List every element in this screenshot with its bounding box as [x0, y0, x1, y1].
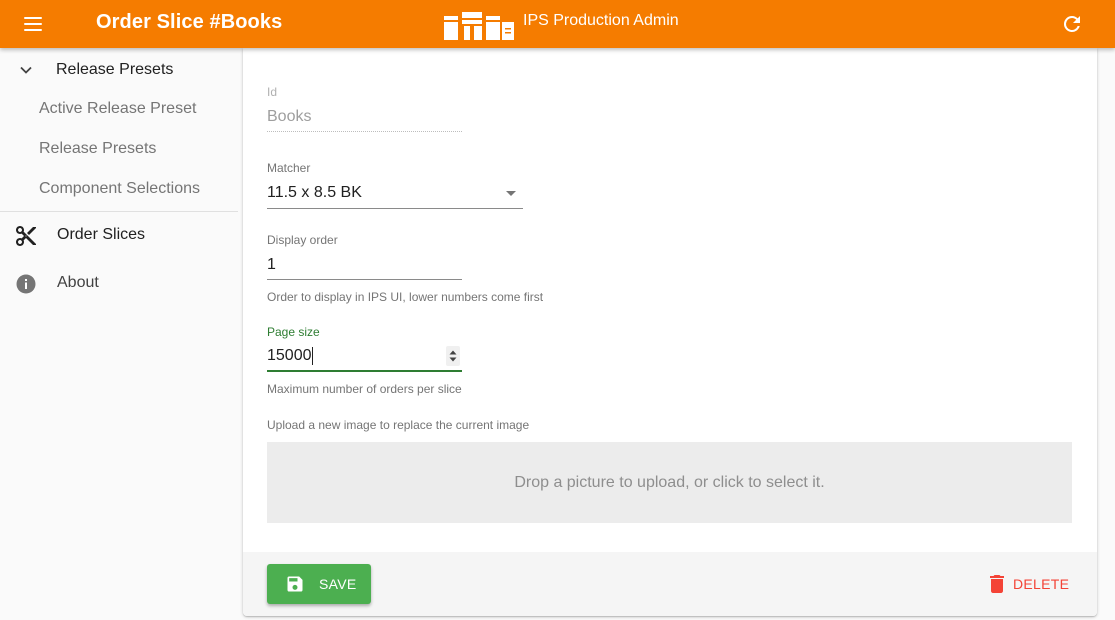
sidebar-item-label: Active Release Preset: [39, 100, 197, 117]
page-size-underline: [267, 370, 462, 372]
sidebar-group-release-presets[interactable]: Release Presets: [0, 48, 238, 92]
save-button-label: SAVE: [319, 576, 357, 592]
sidebar-item-label: Component Selections: [39, 180, 200, 197]
refresh-icon[interactable]: [1060, 12, 1084, 36]
image-upload-helper: Upload a new image to replace the curren…: [267, 418, 530, 432]
dropzone-text: Drop a picture to upload, or click to se…: [514, 474, 825, 491]
save-button[interactable]: SAVE: [267, 564, 371, 604]
page-size-input[interactable]: 15000: [267, 344, 462, 370]
sidebar-group-label: Release Presets: [56, 61, 174, 78]
delete-button[interactable]: DELETE: [987, 568, 1077, 600]
display-order-underline: [267, 279, 462, 280]
chevron-down-icon: [20, 66, 32, 74]
sidebar-item-about[interactable]: About: [0, 261, 238, 307]
info-icon: [16, 274, 36, 294]
sidebar-item-label: Order Slices: [57, 226, 146, 243]
brand: IPS Production Admin: [442, 8, 679, 42]
matcher-select[interactable]: 11.5 x 8.5 BK: [267, 180, 523, 208]
display-order-input[interactable]: 1: [267, 253, 462, 279]
page-size-value: 15000: [267, 347, 312, 364]
text-caret: [312, 347, 313, 365]
display-order-helper: Order to display in IPS UI, lower number…: [267, 290, 544, 304]
menu-icon[interactable]: [20, 12, 48, 36]
sidebar-item-order-slices[interactable]: Order Slices: [0, 213, 238, 259]
sidebar-item-label: Release Presets: [39, 140, 157, 157]
number-stepper-icon[interactable]: [446, 346, 460, 366]
delete-button-label: DELETE: [1013, 576, 1070, 592]
page-size-helper: Maximum number of orders per slice: [267, 382, 462, 396]
matcher-underline: [267, 208, 523, 209]
sidebar-item-release-presets[interactable]: Release Presets: [0, 131, 238, 169]
display-order-label: Display order: [267, 233, 338, 247]
brand-logo-icon: [444, 12, 514, 40]
id-field: Books: [267, 108, 312, 125]
scissors-icon: [16, 226, 36, 246]
page-title: Order Slice #Books: [96, 11, 283, 33]
sidebar-item-label: About: [57, 274, 99, 291]
id-label: Id: [267, 85, 278, 99]
save-icon: [287, 576, 303, 592]
display-order-value: 1: [267, 256, 276, 273]
form-toolbar: SAVE DELETE: [243, 552, 1097, 616]
page-size-label: Page size: [267, 325, 320, 339]
sidebar-item-component-selections[interactable]: Component Selections: [0, 171, 238, 209]
image-dropzone[interactable]: Drop a picture to upload, or click to se…: [267, 442, 1072, 523]
sidebar-divider: [0, 211, 238, 212]
edit-form-card: Id Books Matcher 11.5 x 8.5 BK Display o…: [243, 48, 1097, 616]
sidebar-item-active-release-preset[interactable]: Active Release Preset: [0, 91, 238, 129]
trash-icon: [990, 575, 1004, 593]
dropdown-arrow-icon: [506, 191, 516, 196]
app-bar: Order Slice #Books IPS Production Admin: [0, 0, 1115, 48]
matcher-label: Matcher: [267, 161, 311, 175]
matcher-value: 11.5 x 8.5 BK: [267, 184, 362, 201]
brand-name: IPS Production Admin: [523, 12, 679, 29]
id-underline: [267, 131, 462, 132]
